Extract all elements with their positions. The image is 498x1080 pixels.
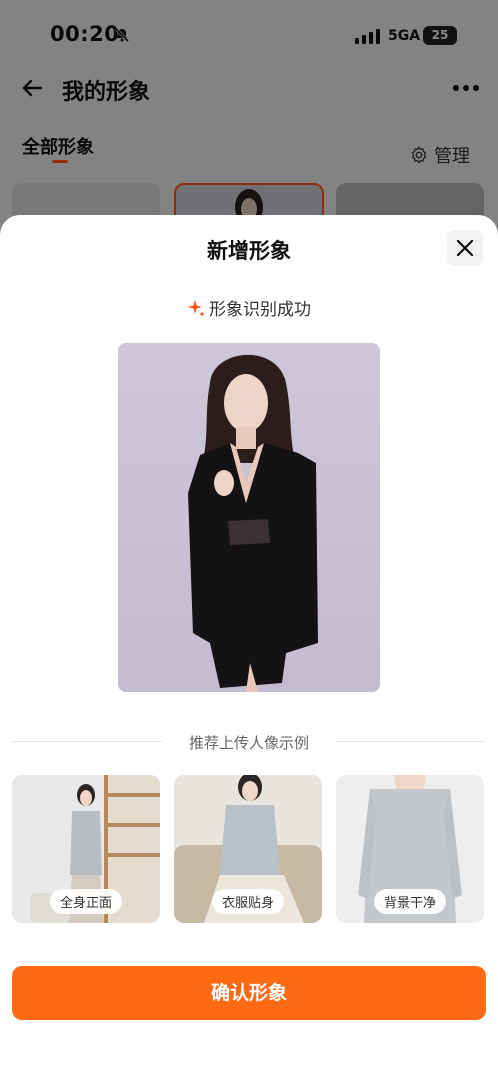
examples-heading: 推荐上传人像示例 [188,734,309,752]
close-icon [456,239,474,257]
example-clean-background: 背景干净 [336,775,484,923]
confirm-look-button[interactable]: 确认形象 [12,966,486,1020]
example-fitted-clothes: 衣服贴身 [174,775,322,923]
uploaded-portrait [118,343,380,692]
close-button[interactable] [447,230,483,266]
recognition-status: 形象识别成功 [0,295,498,320]
example-label: 衣服贴身 [211,889,285,914]
sheet-title: 新增形象 [207,239,291,263]
example-label: 全身正面 [49,889,123,914]
example-full-body: 全身正面 [12,775,160,923]
examples-divider: 推荐上传人像示例 [12,731,486,753]
success-text: 形象识别成功 [209,300,311,320]
sparkle-icon [188,299,204,316]
example-label: 背景干净 [373,889,447,914]
add-look-sheet: 新增形象 形象识别成功 推荐上传人像示例 全身正面 衣服贴身 背景干净 确认形象 [0,215,498,1080]
